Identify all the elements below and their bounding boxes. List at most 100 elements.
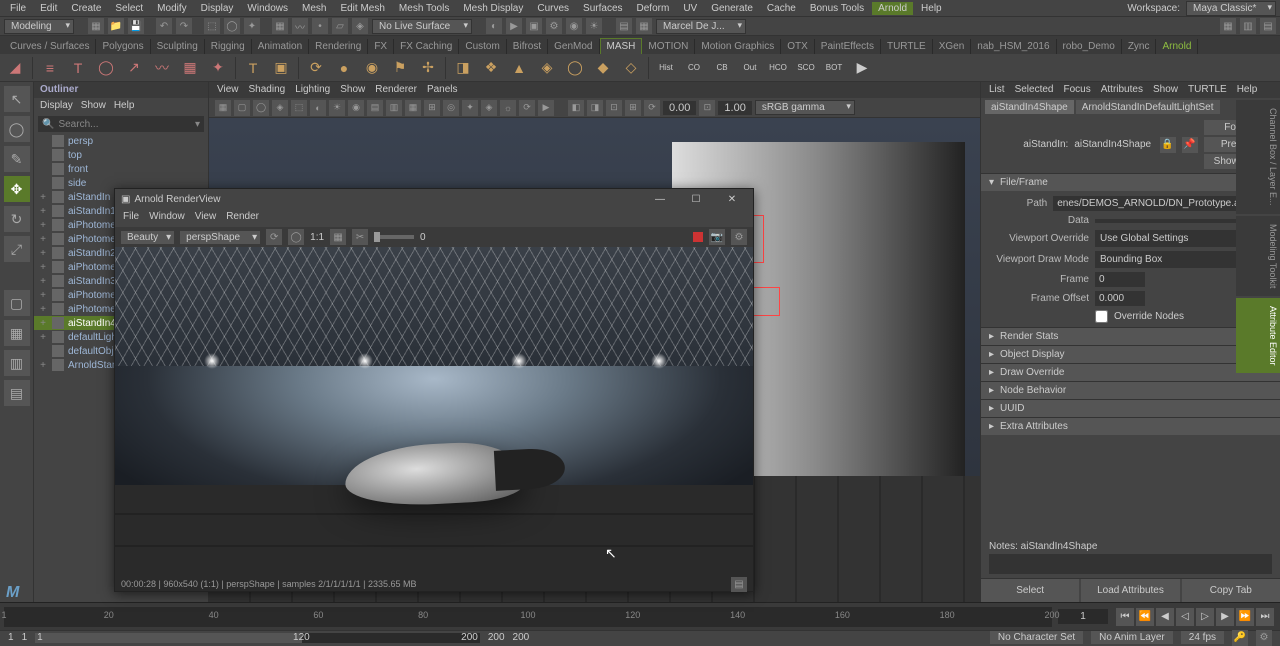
menu-meshdisplay[interactable]: Mesh Display: [457, 2, 529, 15]
menu-uv[interactable]: UV: [677, 2, 703, 15]
snap-grid-icon[interactable]: ▦: [272, 18, 288, 34]
node-tab-lightset[interactable]: ArnoldStandInDefaultLightSet: [1076, 100, 1220, 114]
layout-four-icon[interactable]: ▦: [4, 320, 30, 346]
vp-tool-icon[interactable]: ⊞: [625, 100, 641, 116]
cg-icon[interactable]: ◐: [486, 18, 502, 34]
select-icon[interactable]: ⬚: [204, 18, 220, 34]
outliner-item[interactable]: front: [34, 162, 208, 176]
vtab-modeling[interactable]: Modeling Toolkit: [1236, 216, 1280, 296]
menu-cache[interactable]: Cache: [761, 2, 802, 15]
chevron-down-icon[interactable]: ▾: [195, 119, 200, 130]
vp-tool-icon[interactable]: ◉: [348, 100, 364, 116]
vp-tool-icon[interactable]: ▦: [405, 100, 421, 116]
user-field[interactable]: Marcel De J...: [656, 19, 746, 34]
expand-icon[interactable]: +: [38, 220, 48, 231]
hypershade-icon[interactable]: ◉: [566, 18, 582, 34]
vp-tool-icon[interactable]: ◎: [443, 100, 459, 116]
tab-mash[interactable]: MASH: [600, 38, 643, 54]
shelf-bot-icon[interactable]: BOT: [823, 57, 845, 79]
time-slider[interactable]: 120406080100120140160180200 1 ⏮ ⏪ ◀ ◁ ▷ …: [0, 602, 1280, 630]
shelf-ring-icon[interactable]: ◯: [95, 57, 117, 79]
rv-menu-window[interactable]: Window: [149, 211, 185, 225]
menu-windows[interactable]: Windows: [241, 2, 294, 15]
snap-plane-icon[interactable]: ▱: [332, 18, 348, 34]
vp-gamma-dropdown[interactable]: sRGB gamma: [755, 100, 855, 115]
vp-tool-icon[interactable]: ⊞: [424, 100, 440, 116]
outliner-menu-show[interactable]: Show: [81, 100, 106, 112]
tab-pfx[interactable]: PaintEffects: [815, 39, 881, 54]
paint-select-icon[interactable]: ✦: [244, 18, 260, 34]
shelf-svg-icon[interactable]: ▣: [270, 57, 292, 79]
maximize-button[interactable]: ☐: [681, 194, 711, 205]
tab-bifrost[interactable]: Bifrost: [507, 39, 548, 54]
lasso-icon[interactable]: ◯: [224, 18, 240, 34]
shelf-sco-icon[interactable]: SCO: [795, 57, 817, 79]
shelf-diamond-icon[interactable]: ◇: [620, 57, 642, 79]
shelf-reload-icon[interactable]: ⟳: [305, 57, 327, 79]
shelf-cb-icon[interactable]: CB: [711, 57, 733, 79]
menu-curves[interactable]: Curves: [531, 2, 575, 15]
layout2-icon[interactable]: ▥: [1240, 18, 1256, 34]
shelf-hco-icon[interactable]: HCO: [767, 57, 789, 79]
shelf-chart-icon[interactable]: ↗: [123, 57, 145, 79]
rv-crop-icon[interactable]: ✂: [352, 229, 368, 245]
rv-log-icon[interactable]: ▤: [731, 576, 747, 592]
renderview-titlebar[interactable]: ▣ Arnold RenderView — ☐ ✕: [115, 189, 753, 209]
step-fwd-icon[interactable]: ▶: [1216, 608, 1234, 626]
tab-nab[interactable]: nab_HSM_2016: [971, 39, 1056, 54]
expand-icon[interactable]: +: [38, 318, 48, 329]
render-settings-icon[interactable]: ⚙: [546, 18, 562, 34]
attr-tab-attributes[interactable]: Attributes: [1101, 84, 1143, 96]
select-button[interactable]: Select: [981, 579, 1079, 602]
vp-tool-icon[interactable]: ◈: [481, 100, 497, 116]
vp-tool-icon[interactable]: ☀: [329, 100, 345, 116]
step-fwd-key-icon[interactable]: ⏩: [1236, 608, 1254, 626]
autokey-icon[interactable]: 🔑: [1232, 630, 1248, 646]
mode-dropdown[interactable]: Modeling: [4, 19, 74, 34]
attr-tab-show[interactable]: Show: [1153, 84, 1178, 96]
layout-persp-icon[interactable]: ▥: [4, 350, 30, 376]
menu-help[interactable]: Help: [915, 2, 948, 15]
range-start-field[interactable]: 1: [8, 632, 14, 643]
rv-refresh-icon[interactable]: ⟳: [266, 229, 282, 245]
vp-field-1[interactable]: 0.00: [663, 101, 696, 115]
range-end-field[interactable]: 200: [513, 632, 530, 643]
loadattr-button[interactable]: Load Attributes: [1081, 579, 1179, 602]
menu-create[interactable]: Create: [65, 2, 107, 15]
tab-animation[interactable]: Animation: [252, 39, 309, 54]
current-frame-field[interactable]: 1: [1058, 609, 1108, 624]
attr-frame-value[interactable]: 0: [1095, 272, 1145, 287]
tab-curves[interactable]: Curves / Surfaces: [4, 39, 96, 54]
override-checkbox[interactable]: [1095, 310, 1108, 323]
shelf-wave-icon[interactable]: 〰: [151, 57, 173, 79]
tool-move[interactable]: ✥: [4, 176, 30, 202]
outliner-item[interactable]: top: [34, 148, 208, 162]
snap-live-icon[interactable]: ◈: [352, 18, 368, 34]
play-fwd-icon[interactable]: ▷: [1196, 608, 1214, 626]
menu-modify[interactable]: Modify: [151, 2, 192, 15]
vp-tool-icon[interactable]: ⊡: [606, 100, 622, 116]
camera-dropdown[interactable]: perspShape: [180, 231, 260, 244]
tab-robo[interactable]: robo_Demo: [1057, 39, 1122, 54]
vp-tool-icon[interactable]: ◧: [568, 100, 584, 116]
notes-textarea[interactable]: [989, 554, 1272, 574]
aov-dropdown[interactable]: Beauty: [121, 231, 174, 244]
tab-turtle[interactable]: TURTLE: [881, 39, 933, 54]
arnold-renderview-window[interactable]: ▣ Arnold RenderView — ☐ ✕ File Window Vi…: [114, 188, 754, 592]
vp-menu-renderer[interactable]: Renderer: [375, 84, 417, 96]
tab-rigging[interactable]: Rigging: [205, 39, 252, 54]
copytab-button[interactable]: Copy Tab: [1182, 579, 1280, 602]
vp-tool-icon[interactable]: ▢: [234, 100, 250, 116]
attr-foff-value[interactable]: 0.000: [1095, 291, 1145, 306]
vp-tool-icon[interactable]: ◈: [272, 100, 288, 116]
undo-icon[interactable]: ↶: [156, 18, 172, 34]
range-slider[interactable]: 1 120 200: [35, 633, 480, 643]
expand-icon[interactable]: +: [38, 234, 48, 245]
step-back-icon[interactable]: ◀: [1156, 608, 1174, 626]
menu-file[interactable]: File: [4, 2, 32, 15]
attr-tab-help[interactable]: Help: [1237, 84, 1258, 96]
vp-tool-icon[interactable]: ⟳: [519, 100, 535, 116]
tool-paint[interactable]: ✎: [4, 146, 30, 172]
attr-head-value[interactable]: aiStandIn4Shape: [1074, 139, 1153, 150]
vp-menu-shading[interactable]: Shading: [249, 84, 286, 96]
